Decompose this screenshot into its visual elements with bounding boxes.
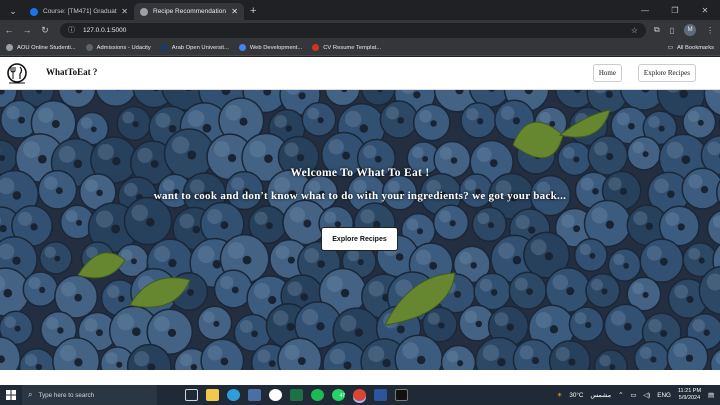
url-text: 127.0.0.1:5000 bbox=[83, 26, 127, 34]
all-bookmarks-label: All Bookmarks bbox=[676, 45, 714, 51]
folder-icon: ▭ bbox=[667, 45, 673, 51]
system-tray: ☀ 30°C مشمس ⌃ ▭ ◁) ENG 11:21 PM 5/9/2024… bbox=[557, 385, 720, 405]
tab-favicon-icon bbox=[30, 7, 38, 16]
tab-search-icon[interactable]: ⌄ bbox=[4, 2, 22, 20]
explore-recipes-nav-button[interactable]: Explore Recipes bbox=[637, 64, 696, 82]
taskbar-clock[interactable]: 11:21 PM 5/9/2024 bbox=[678, 388, 701, 402]
bookmark-cv-resume[interactable]: CV Resume Templat... bbox=[312, 44, 381, 51]
site-nav-links: Home Explore Recipes bbox=[592, 64, 696, 82]
maximize-icon[interactable]: ❐ bbox=[660, 6, 690, 15]
home-button[interactable]: Home bbox=[592, 64, 622, 82]
close-window-icon[interactable]: ✕ bbox=[690, 6, 720, 15]
clock-date: 5/9/2024 bbox=[678, 395, 701, 401]
windows-taskbar: ⌕ Type here to search 47 ☀ 30°C مشمس ⌃ ▭… bbox=[0, 385, 720, 405]
search-icon: ⌕ bbox=[28, 390, 33, 399]
notifications-icon[interactable]: ▤ bbox=[708, 392, 714, 399]
site-navbar: WhatToEat ? Home Explore Recipes bbox=[0, 57, 720, 90]
hero-heading: Welcome To What To Eat ! bbox=[290, 167, 430, 179]
taskbar-search-placeholder: Type here to search bbox=[38, 391, 95, 399]
windows-start-icon[interactable] bbox=[0, 390, 22, 400]
network-icon[interactable]: ▭ bbox=[630, 392, 636, 399]
weather-icon: ☀ bbox=[556, 391, 563, 399]
bookmark-udacity[interactable]: Admissions - Udacity bbox=[85, 44, 151, 51]
chrome-icon[interactable] bbox=[353, 389, 366, 401]
bookmark-favicon-icon bbox=[160, 44, 168, 51]
site-info-icon[interactable]: ⓘ bbox=[68, 25, 75, 35]
page-below-hero bbox=[0, 370, 720, 385]
bookmark-label: AOU Online Studenti... bbox=[17, 44, 76, 51]
volume-icon[interactable]: ◁) bbox=[643, 392, 650, 399]
bookmark-aou[interactable]: AOU Online Studenti... bbox=[6, 44, 76, 51]
site-brand[interactable]: WhatToEat ? bbox=[46, 67, 97, 77]
spotify-icon[interactable] bbox=[311, 389, 324, 401]
logo-icon[interactable] bbox=[6, 61, 28, 87]
edge-icon[interactable] bbox=[227, 389, 240, 401]
bookmark-web-development[interactable]: Web Development... bbox=[238, 44, 303, 51]
excel-icon[interactable] bbox=[290, 389, 303, 401]
tray-chevron-icon[interactable]: ⌃ bbox=[618, 392, 623, 399]
tab-recipe-recommendation[interactable]: Recipe Recommendation ✕ bbox=[134, 3, 244, 20]
more-menu-icon[interactable]: ⋮ bbox=[706, 26, 714, 35]
address-bar[interactable]: ⓘ 127.0.0.1:5000 ☆ bbox=[60, 22, 646, 38]
bookmark-label: Admissions - Udacity bbox=[96, 44, 151, 51]
close-tab-icon[interactable]: ✕ bbox=[121, 7, 128, 16]
terminal-icon[interactable] bbox=[395, 389, 408, 401]
weather-temperature[interactable]: 30°C bbox=[569, 392, 583, 399]
bookmark-label: Web Development... bbox=[249, 44, 303, 51]
back-icon[interactable]: ← bbox=[0, 25, 18, 35]
task-view-icon[interactable] bbox=[185, 389, 198, 401]
store-icon[interactable] bbox=[248, 389, 261, 401]
clock-time: 11:21 PM bbox=[677, 388, 702, 394]
explore-recipes-button[interactable]: Explore Recipes bbox=[321, 227, 398, 251]
bookmarks-bar: AOU Online Studenti... Admissions - Udac… bbox=[0, 40, 720, 56]
profile-avatar[interactable]: M bbox=[684, 24, 697, 36]
minimize-icon[interactable]: — bbox=[630, 6, 660, 15]
bookmark-star-icon[interactable]: ☆ bbox=[631, 26, 638, 35]
browser-tab-strip: ⌄ Course: [TM471] Graduation Pr... ✕ Rec… bbox=[0, 0, 720, 20]
bookmark-label: CV Resume Templat... bbox=[323, 44, 382, 51]
hero-section: Welcome To What To Eat ! want to cook an… bbox=[0, 90, 720, 370]
github-icon[interactable] bbox=[269, 389, 282, 401]
reload-icon[interactable]: ↻ bbox=[36, 25, 54, 36]
new-tab-button[interactable]: + bbox=[250, 5, 256, 17]
browser-toolbar: ← → ↻ ⓘ 127.0.0.1:5000 ☆ ⧉ ▯ M ⋮ bbox=[0, 20, 720, 40]
bookmark-favicon-icon bbox=[238, 44, 246, 51]
tab-title: Course: [TM471] Graduation Pr... bbox=[43, 8, 117, 15]
hero-tagline: want to cook and don't know what to do w… bbox=[153, 190, 567, 202]
bookmark-label: Arab Open Universit... bbox=[171, 44, 229, 51]
window-controls: — ❐ ✕ bbox=[630, 0, 720, 20]
bookmark-arab-open-university[interactable]: Arab Open Universit... bbox=[160, 44, 229, 51]
taskbar-apps: 47 bbox=[185, 389, 408, 401]
tab-favicon-icon bbox=[140, 7, 148, 16]
tab-title: Recipe Recommendation bbox=[153, 8, 226, 15]
weather-description: مشمس bbox=[590, 391, 612, 399]
bookmark-favicon-icon bbox=[6, 44, 13, 51]
close-tab-icon[interactable]: ✕ bbox=[231, 7, 238, 16]
whatsapp-badge: 47 bbox=[339, 393, 345, 399]
bookmark-favicon-icon bbox=[85, 44, 93, 51]
forward-icon[interactable]: → bbox=[18, 25, 36, 35]
file-explorer-icon[interactable] bbox=[206, 389, 219, 401]
whatsapp-icon[interactable]: 47 bbox=[332, 389, 345, 401]
word-icon[interactable] bbox=[374, 389, 387, 401]
bookmark-favicon-icon bbox=[312, 44, 320, 51]
tab-course[interactable]: Course: [TM471] Graduation Pr... ✕ bbox=[24, 3, 134, 20]
all-bookmarks-button[interactable]: ▭ All Bookmarks bbox=[667, 40, 714, 56]
extensions-icon[interactable]: ⧉ bbox=[654, 25, 660, 35]
language-indicator[interactable]: ENG bbox=[657, 392, 671, 399]
web-page: WhatToEat ? Home Explore Recipes Welcome… bbox=[0, 57, 720, 385]
taskbar-search-box[interactable]: ⌕ Type here to search bbox=[22, 385, 157, 405]
side-panel-icon[interactable]: ▯ bbox=[670, 26, 674, 35]
